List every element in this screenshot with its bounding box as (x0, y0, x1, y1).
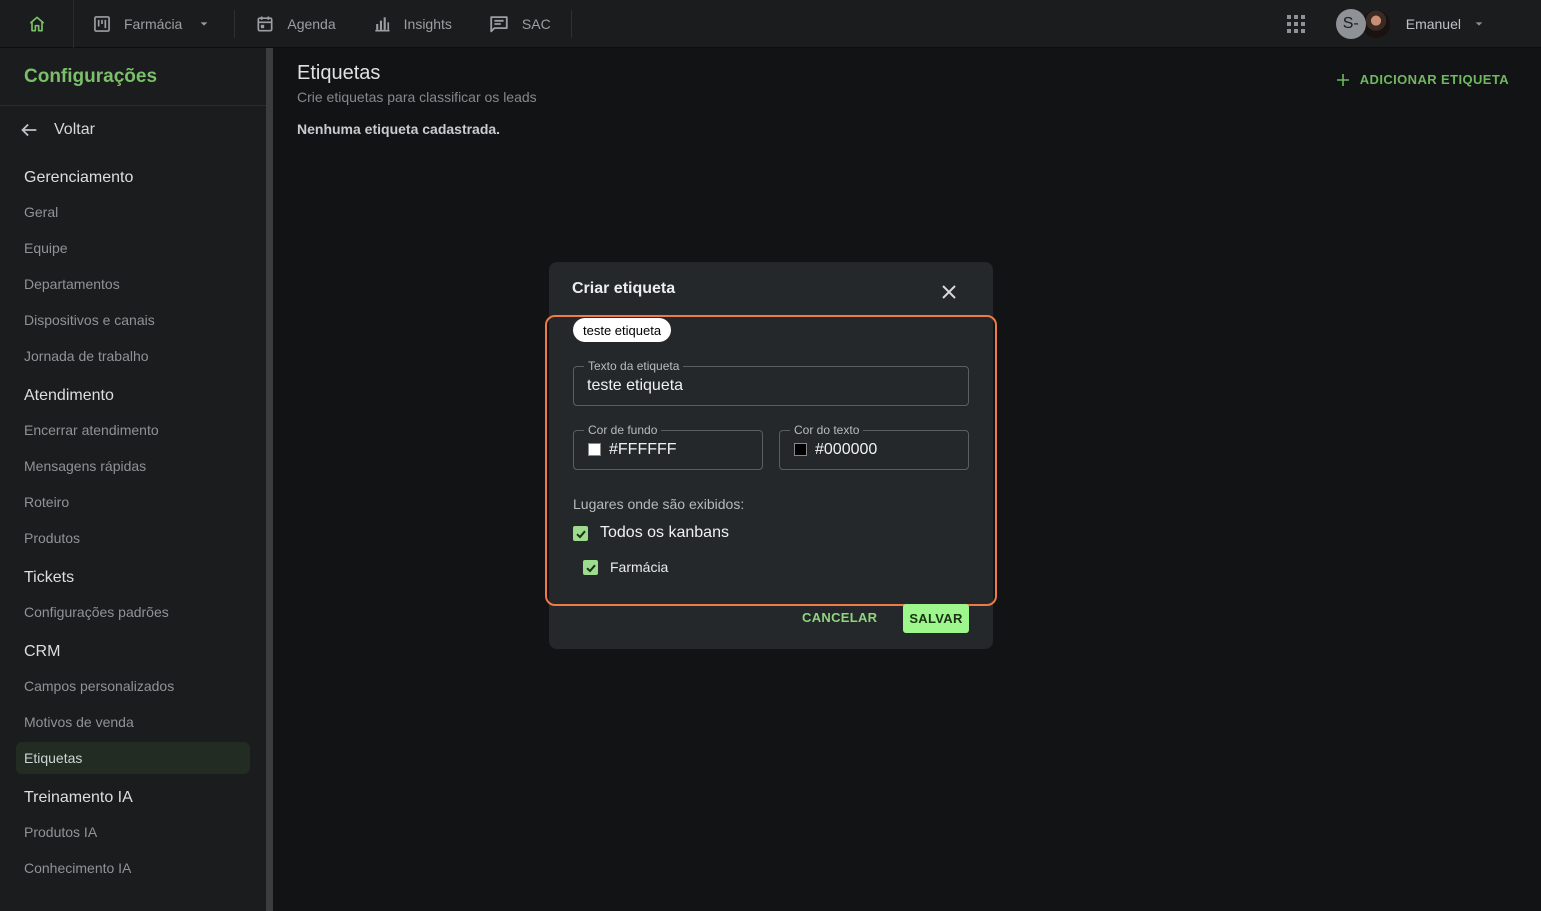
nav-divider (570, 9, 572, 38)
arrow-left-icon (21, 123, 37, 137)
sidebar-item-motivos[interactable]: Motivos de venda (16, 706, 250, 738)
nav-farmacia-label: Farmácia (124, 15, 183, 32)
cancel-button[interactable]: CANCELAR (802, 610, 877, 625)
sidebar-item-conhecimento-ia[interactable]: Conhecimento IA (16, 852, 250, 884)
section-crm: CRM (24, 643, 61, 660)
topbar-user-area: S- Emanuel (1286, 0, 1541, 48)
user-avatar-group[interactable]: S- (1335, 9, 1390, 39)
nav-sac[interactable]: SAC (470, 0, 569, 48)
chevron-down-icon[interactable] (1469, 14, 1489, 34)
nav-insights[interactable]: Insights (354, 0, 470, 48)
tag-text-value: teste etiqueta (587, 377, 684, 394)
tag-text-label: Texto da etiqueta (584, 359, 684, 373)
checkbox-all-kanbans-label[interactable]: Todos os kanbans (600, 524, 729, 542)
section-atendimento: Atendimento (24, 387, 114, 404)
sidebar-title: Configurações (0, 48, 266, 106)
sidebar-item-config-padroes[interactable]: Configurações padrões (16, 596, 250, 628)
section-tickets: Tickets (24, 569, 75, 586)
nav-agenda[interactable]: Agenda (237, 0, 353, 48)
apps-grid-icon[interactable] (1286, 14, 1306, 34)
sidebar-item-jornada[interactable]: Jornada de trabalho (16, 340, 250, 372)
modal-title: Criar etiqueta (572, 280, 676, 297)
sidebar-item-roteiro[interactable]: Roteiro (16, 486, 250, 518)
page-title: Etiquetas (297, 62, 381, 84)
nav-sac-label: SAC (521, 15, 551, 32)
avatar: S- (1335, 9, 1366, 39)
nav-farmacia[interactable]: Farmácia (74, 0, 232, 48)
sidebar-item-mensagens[interactable]: Mensagens rápidas (16, 450, 250, 482)
nav-divider (234, 9, 236, 38)
save-button[interactable]: SALVAR (903, 604, 969, 633)
bg-color-value: #FFFFFF (609, 441, 677, 458)
add-tag-label: ADICIONAR ETIQUETA (1359, 72, 1509, 87)
nav-insights-label: Insights (403, 15, 452, 32)
sidebar-item-encerrar[interactable]: Encerrar atendimento (16, 414, 250, 446)
sidebar-item-departamentos[interactable]: Departamentos (16, 268, 250, 300)
close-icon (942, 285, 956, 299)
back-button[interactable]: Voltar (0, 106, 266, 154)
chat-icon (490, 15, 508, 32)
home-button[interactable] (0, 0, 74, 48)
check-icon (575, 530, 586, 538)
bg-color-label: Cor de fundo (584, 423, 662, 437)
sidebar-item-equipe[interactable]: Equipe (16, 232, 250, 264)
bg-color-swatch[interactable] (588, 443, 601, 456)
checkbox-farmacia-label[interactable]: Farmácia (610, 559, 668, 575)
section-treinamento-ia: Treinamento IA (24, 789, 133, 806)
text-color-swatch[interactable] (794, 443, 807, 456)
plus-icon (1336, 73, 1349, 86)
sidebar-scrollbar[interactable] (266, 48, 273, 911)
text-color-value: #000000 (815, 441, 878, 458)
sidebar-item-etiquetas[interactable]: Etiquetas (16, 742, 250, 774)
checkbox-farmacia[interactable] (583, 560, 598, 575)
sidebar-item-dispositivos[interactable]: Dispositivos e canais (16, 304, 250, 336)
sidebar-item-produtos[interactable]: Produtos (16, 522, 250, 554)
avatar-photo (1361, 10, 1390, 38)
empty-message: Nenhuma etiqueta cadastrada. (297, 121, 501, 137)
nav-agenda-label: Agenda (287, 15, 336, 32)
back-label: Voltar (54, 121, 95, 138)
sidebar-item-geral[interactable]: Geral (16, 196, 250, 228)
user-name[interactable]: Emanuel (1406, 16, 1461, 32)
create-tag-modal: Criar etiqueta teste etiqueta Texto da e… (545, 262, 997, 649)
sidebar-item-produtos-ia[interactable]: Produtos IA (16, 816, 250, 848)
section-gerenciamento: Gerenciamento (24, 169, 134, 186)
checkbox-all-kanbans[interactable] (573, 526, 588, 541)
text-color-field[interactable]: Cor do texto #000000 (779, 423, 969, 470)
check-icon (585, 564, 596, 572)
page-subtitle: Crie etiquetas para classificar os leads (297, 89, 537, 105)
bar-chart-icon (374, 16, 390, 31)
tag-text-field[interactable]: Texto da etiqueta teste etiqueta (573, 359, 969, 406)
chevron-down-icon (201, 21, 208, 26)
sidebar-item-campos[interactable]: Campos personalizados (16, 670, 250, 702)
kanban-board-icon (94, 15, 110, 32)
home-icon (29, 15, 44, 31)
top-navigation-bar: Farmácia Agenda Insights SAC S- Emanuel (0, 0, 1541, 48)
text-color-label: Cor do texto (790, 423, 864, 437)
calendar-icon (257, 16, 273, 31)
tag-preview-chip: teste etiqueta (573, 318, 672, 342)
settings-sidebar: Configurações Voltar Gerenciamento Geral… (0, 48, 266, 911)
close-button[interactable] (937, 280, 961, 304)
places-label: Lugares onde são exibidos: (573, 496, 745, 512)
add-tag-button[interactable]: ADICIONAR ETIQUETA (1336, 72, 1509, 87)
bg-color-field[interactable]: Cor de fundo #FFFFFF (573, 423, 763, 470)
